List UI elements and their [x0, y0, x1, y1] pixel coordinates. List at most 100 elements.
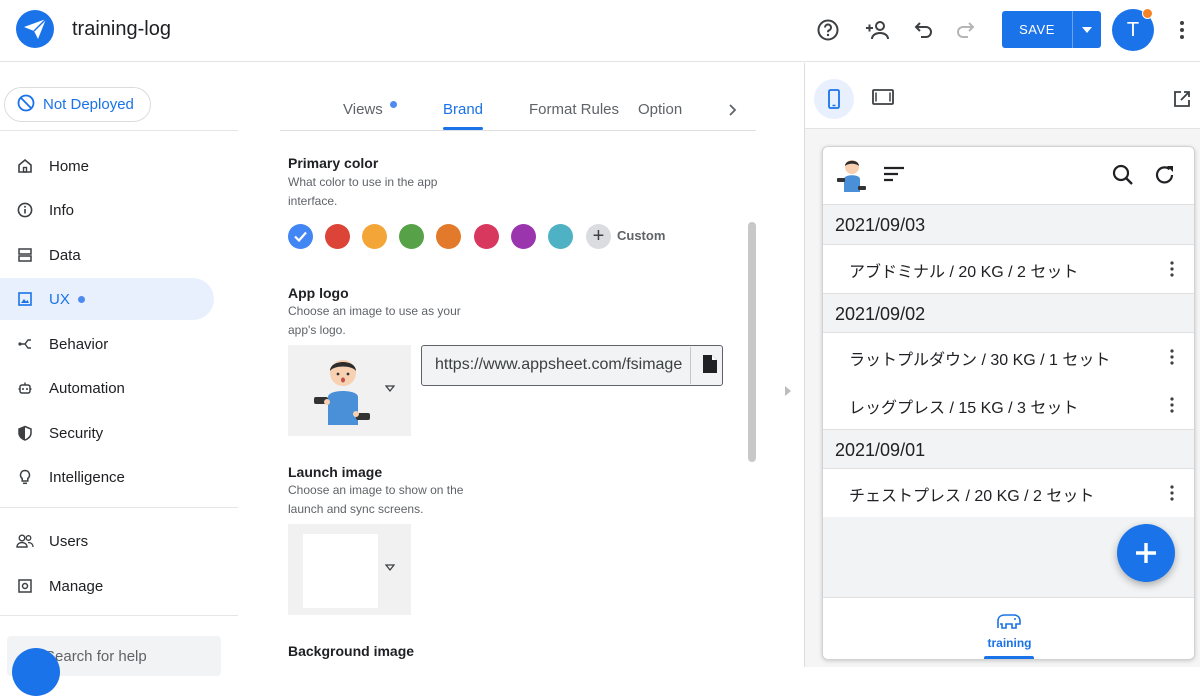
- color-swatch-red[interactable]: [325, 224, 350, 249]
- list-item[interactable]: レッグプレス / 15 KG / 3 セット: [823, 381, 1194, 429]
- plus-icon: [1136, 543, 1156, 563]
- help-icon[interactable]: [814, 16, 842, 44]
- sidebar-item-automation[interactable]: Automation: [0, 367, 214, 409]
- info-icon: [16, 201, 34, 219]
- deploy-status-label: Not Deployed: [43, 96, 134, 113]
- save-dropdown-icon[interactable]: [1073, 11, 1101, 48]
- help-chat-button[interactable]: [12, 648, 60, 696]
- ux-update-dot: [77, 295, 85, 303]
- notification-dot: [1142, 8, 1153, 19]
- check-icon: [294, 231, 307, 243]
- sidebar-item-behavior[interactable]: Behavior: [0, 323, 214, 365]
- add-person-icon[interactable]: [864, 16, 892, 44]
- primary-color-description: What color to use in the app interface.: [288, 175, 438, 208]
- color-swatch-blue[interactable]: [288, 224, 313, 249]
- color-swatch-teal[interactable]: [548, 224, 573, 249]
- tab-brand[interactable]: Brand: [443, 101, 483, 118]
- collapse-preview-icon[interactable]: [784, 384, 792, 402]
- background-image-title: Background image: [288, 643, 415, 659]
- not-deployed-icon: [17, 94, 35, 116]
- phone-preview: 2021/09/03 アブドミナル / 20 KG / 2 セット 2021/0…: [822, 146, 1195, 660]
- app-logo-picker[interactable]: [288, 345, 411, 436]
- home-icon: [16, 157, 34, 175]
- shield-icon: [16, 424, 34, 442]
- launch-image-title: Launch image: [288, 464, 383, 480]
- undo-icon[interactable]: [910, 16, 938, 44]
- nav-active-indicator: [984, 656, 1034, 659]
- sidebar-item-ux[interactable]: UX: [0, 278, 214, 320]
- custom-color-label[interactable]: Custom: [617, 228, 665, 243]
- appsheet-logo-icon[interactable]: [16, 10, 54, 48]
- ux-tab-bar: Views Brand Format Rules Option: [280, 90, 756, 131]
- users-icon: [16, 532, 34, 550]
- add-record-button[interactable]: [1117, 524, 1175, 582]
- color-swatch-pink[interactable]: [474, 224, 499, 249]
- more-vert-icon[interactable]: [1170, 349, 1174, 365]
- tab-active-indicator: [443, 127, 483, 130]
- mobile-preview-icon[interactable]: [814, 79, 854, 119]
- date-group-header: 2021/09/01: [823, 429, 1194, 469]
- more-vert-icon[interactable]: [1170, 397, 1174, 413]
- image-picker-caret-icon: [385, 385, 395, 393]
- app-logo-title: App logo: [288, 285, 349, 301]
- launch-image-picker[interactable]: [288, 524, 411, 615]
- behavior-icon: [16, 335, 34, 353]
- add-custom-color-icon[interactable]: +: [586, 224, 611, 249]
- more-vert-icon[interactable]: [1170, 261, 1174, 277]
- chevron-right-icon[interactable]: [728, 103, 738, 122]
- launch-image-description: Choose an image to show on the launch an…: [288, 483, 464, 516]
- sidebar-item-info[interactable]: Info: [0, 189, 214, 231]
- list-item[interactable]: チェストプレス / 20 KG / 2 セット: [823, 469, 1194, 517]
- file-icon[interactable]: [702, 354, 718, 379]
- more-vert-icon[interactable]: [1170, 485, 1174, 501]
- color-swatch-green[interactable]: [399, 224, 424, 249]
- sidebar-divider: [0, 130, 238, 131]
- tablet-preview-icon[interactable]: [872, 89, 894, 110]
- lightbulb-icon: [16, 468, 34, 486]
- date-group-header: 2021/09/03: [823, 205, 1194, 245]
- nav-training-icon[interactable]: [995, 612, 1023, 637]
- sidebar-item-data[interactable]: Data: [0, 234, 214, 276]
- save-button-group: SAVE: [1002, 11, 1101, 48]
- settings-scrollbar[interactable]: [748, 222, 756, 462]
- date-group-header: 2021/09/02: [823, 293, 1194, 333]
- sidebar-item-manage[interactable]: Manage: [0, 565, 214, 607]
- app-logo-icon[interactable]: [835, 157, 867, 193]
- automation-icon: [16, 379, 34, 397]
- preview-toolbar: [805, 63, 1200, 129]
- views-update-dot: [390, 101, 397, 108]
- data-icon: [16, 246, 34, 264]
- color-swatch-orange[interactable]: [436, 224, 461, 249]
- save-button[interactable]: SAVE: [1002, 11, 1073, 48]
- refresh-icon[interactable]: [1154, 164, 1176, 191]
- sidebar-item-security[interactable]: Security: [0, 412, 214, 454]
- list-item[interactable]: アブドミナル / 20 KG / 2 セット: [823, 245, 1194, 293]
- list-item[interactable]: ラットプルダウン / 30 KG / 1 セット: [823, 333, 1194, 381]
- deploy-status-chip[interactable]: Not Deployed: [4, 87, 151, 122]
- tab-option[interactable]: Option: [638, 101, 682, 118]
- app-logo-description: Choose an image to use as your app's log…: [288, 304, 461, 337]
- sidebar-item-users[interactable]: Users: [0, 520, 214, 562]
- redo-icon[interactable]: [951, 16, 979, 44]
- sidebar: Not Deployed Home Info Data UX Behavior …: [0, 63, 238, 696]
- sidebar-divider: [0, 615, 238, 616]
- launch-image-preview: [303, 534, 378, 608]
- phone-app-bar: [823, 147, 1194, 205]
- bottom-nav: training: [823, 597, 1194, 659]
- app-header: training-log SAVE T: [0, 0, 1200, 62]
- open-in-new-icon[interactable]: [1173, 90, 1191, 113]
- menu-icon[interactable]: [883, 166, 905, 187]
- tab-format-rules[interactable]: Format Rules: [529, 101, 619, 118]
- sidebar-item-intelligence[interactable]: Intelligence: [0, 456, 214, 498]
- sidebar-divider: [0, 507, 238, 508]
- color-swatch-purple[interactable]: [511, 224, 536, 249]
- color-swatch-yellow[interactable]: [362, 224, 387, 249]
- app-logo-url-input[interactable]: https://www.appsheet.com/fsimage: [421, 345, 723, 386]
- primary-color-title: Primary color: [288, 155, 379, 171]
- more-vert-icon[interactable]: [1172, 16, 1192, 44]
- sidebar-item-home[interactable]: Home: [0, 145, 214, 187]
- search-icon[interactable]: [1112, 164, 1134, 191]
- tab-views[interactable]: Views: [343, 101, 383, 118]
- url-field-separator: [690, 347, 691, 384]
- nav-training-label[interactable]: training: [823, 636, 1194, 650]
